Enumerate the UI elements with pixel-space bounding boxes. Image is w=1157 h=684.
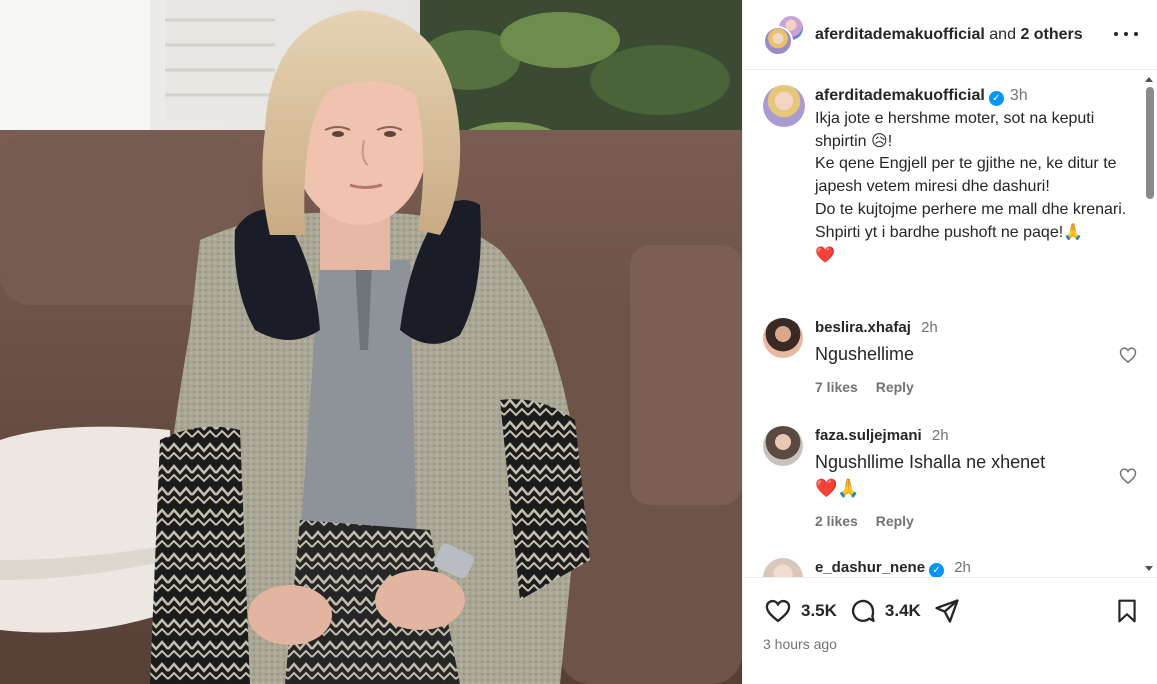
- caption-line: Shpirti yt i bardhe pushoft ne paqe!🙏: [815, 223, 1084, 241]
- reply-button[interactable]: Reply: [876, 379, 914, 395]
- comment-time[interactable]: 2h: [921, 319, 938, 336]
- avatar[interactable]: [763, 558, 803, 577]
- avatar[interactable]: [763, 85, 805, 127]
- more-horizontal-icon[interactable]: [1114, 24, 1138, 44]
- and-text: and: [989, 25, 1016, 43]
- comment-likes[interactable]: 2 likes: [815, 513, 858, 529]
- caption-line: ❤️: [815, 246, 835, 264]
- avatar[interactable]: [763, 25, 793, 56]
- comment-username[interactable]: beslira.xhafaj: [815, 319, 911, 336]
- scroll-up-arrow-icon[interactable]: [1145, 77, 1153, 82]
- scrollbar-thumb[interactable]: [1146, 87, 1154, 199]
- scroll-down-arrow-icon[interactable]: [1145, 566, 1153, 571]
- likes-count[interactable]: 3.5K: [801, 601, 837, 621]
- post-actions: 3.5K 3.4K 3 hours ago: [743, 577, 1157, 684]
- avatar[interactable]: [763, 426, 803, 466]
- bookmark-icon[interactable]: [1114, 597, 1140, 625]
- heart-outline-icon[interactable]: [1118, 345, 1138, 365]
- comment-time[interactable]: 2h: [932, 427, 949, 444]
- post-caption: aferditademakuofficial ✓ 3h Ikja jote e he…: [763, 85, 1138, 267]
- comment-item: beslira.xhafaj 2h Ngushellime 7 likes Re…: [763, 318, 1138, 395]
- others-link[interactable]: 2 others: [1020, 26, 1082, 43]
- caption-line: Ikja jote e hershme moter, sot na keputi…: [815, 109, 1095, 150]
- heart-outline-icon[interactable]: [1118, 466, 1138, 486]
- post-photo[interactable]: [0, 0, 742, 684]
- comment-text: Ngushellime: [815, 344, 915, 364]
- post-header: aferditademakuofficial and 2 others: [743, 0, 1157, 70]
- verified-badge-icon: ✓: [929, 563, 945, 577]
- comment-username[interactable]: e_dashur_nene: [815, 559, 925, 576]
- comment-username[interactable]: faza.suljejmani: [815, 427, 922, 444]
- comment-item: faza.suljejmani 2h Ngushllime Ishalla ne…: [763, 426, 1138, 529]
- caption-line: Do te kujtojme perhere me mall dhe krena…: [815, 200, 1127, 218]
- caption-username[interactable]: aferditademakuofficial: [815, 87, 985, 104]
- reply-button[interactable]: Reply: [876, 513, 914, 529]
- comment-time[interactable]: 2h: [954, 559, 971, 576]
- author-username[interactable]: aferditademakuofficial: [815, 26, 985, 43]
- comments-count[interactable]: 3.4K: [885, 601, 921, 621]
- share-send-icon[interactable]: [933, 597, 961, 625]
- avatar[interactable]: [763, 318, 803, 358]
- comments-scrollbar[interactable]: [1143, 71, 1157, 577]
- post-timestamp[interactable]: 3 hours ago: [763, 636, 837, 652]
- collab-avatars[interactable]: [763, 13, 805, 56]
- comment-likes[interactable]: 7 likes: [815, 379, 858, 395]
- caption-time[interactable]: 3h: [1010, 87, 1028, 104]
- comment-emojis: ❤️🙏: [815, 478, 860, 498]
- comments-list[interactable]: aferditademakuofficial ✓ 3h Ikja jote e he…: [743, 71, 1157, 577]
- comment-item: e_dashur_nene ✓ 2h: [763, 558, 1138, 577]
- like-heart-icon[interactable]: [763, 597, 793, 625]
- verified-badge-icon: ✓: [988, 91, 1004, 106]
- post-authors: aferditademakuofficial and 2 others: [815, 26, 1083, 44]
- comment-text: Ngushllime Ishalla ne xhenet: [815, 452, 1046, 472]
- post-panel: aferditademakuofficial and 2 others afer…: [742, 0, 1157, 684]
- post-image: [0, 0, 742, 684]
- caption-line: Ke qene Engjell per te gjithe ne, ke dit…: [815, 155, 1117, 196]
- comment-bubble-icon[interactable]: [849, 597, 877, 625]
